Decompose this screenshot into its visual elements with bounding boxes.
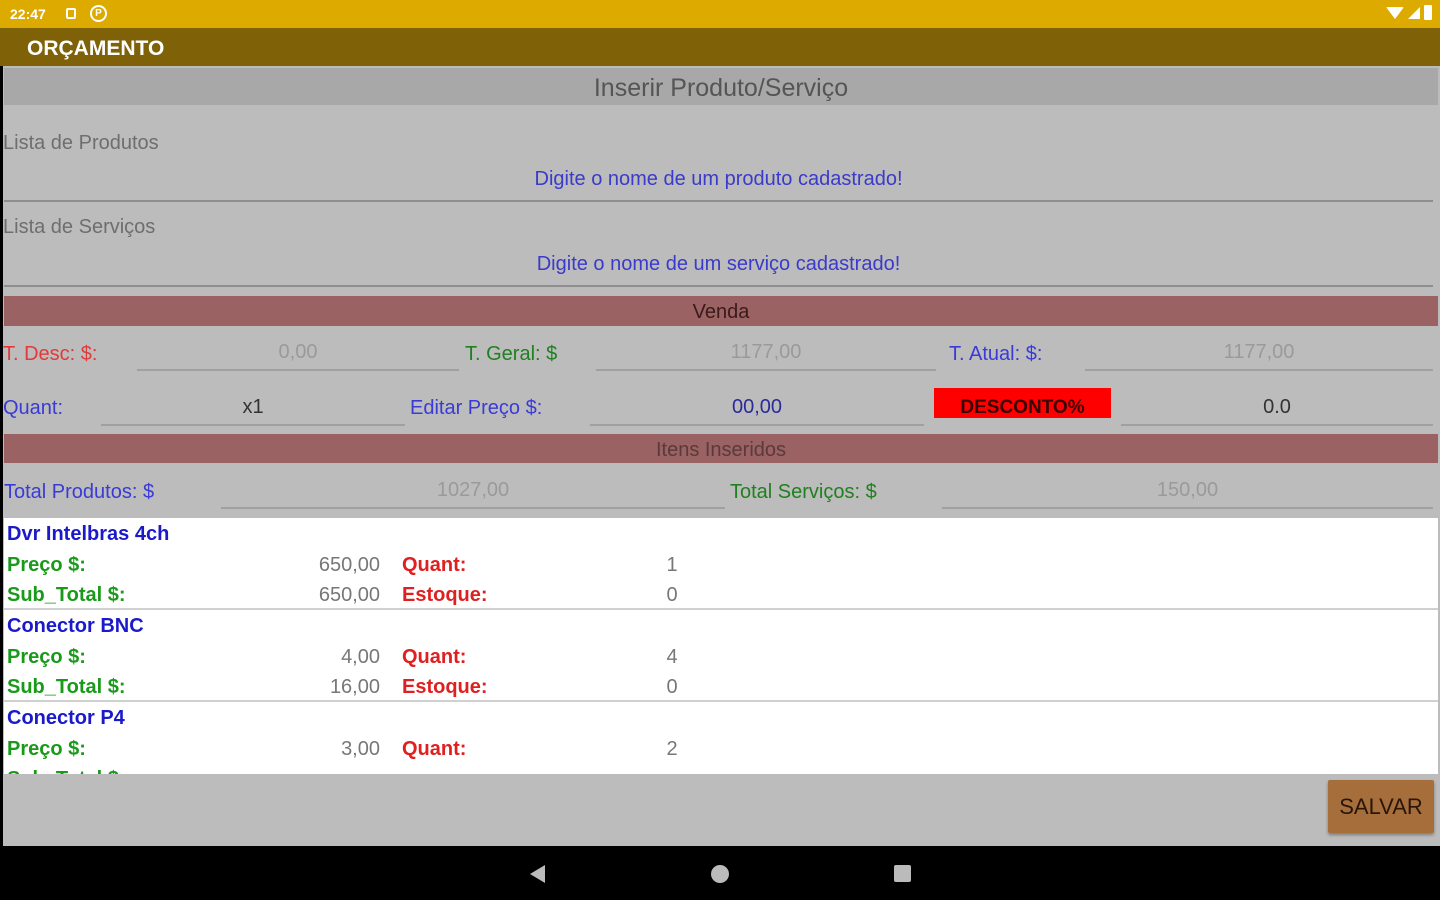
app-title: ORÇAMENTO [27,37,165,60]
recent-apps-icon[interactable] [894,865,911,882]
insert-section-header: Inserir Produto/Serviço [4,68,1438,105]
desconto-button[interactable]: DESCONTO% [934,388,1111,418]
total-produtos-label: Total Produtos: $ [4,481,155,503]
t-atual-value: 1177,00 [1085,333,1433,371]
app-bar: ORÇAMENTO [0,28,1440,66]
item-preco-label: Preço $: [7,738,86,760]
product-search-placeholder: Digite o nome de um produto cadastrado! [534,168,903,190]
total-servicos-value: 150,00 [942,471,1433,509]
item-subtotal-label: Sub_Total $: [7,768,126,774]
item-preco-value: 4,00 [341,646,380,668]
system-nav-bar [0,846,1440,900]
item-estoque-value: 0 [666,676,678,698]
item-quant-value: 4 [666,646,678,668]
back-icon[interactable] [530,865,545,883]
item-preco-label: Preço $: [7,554,86,576]
list-item[interactable]: Conector P4 Preço $: 3,00 Quant: 2 Sub_T… [4,702,1438,774]
list-item[interactable]: Conector BNC Preço $: 4,00 Quant: 4 Sub_… [4,610,1438,702]
item-subtotal-value: 650,00 [318,584,380,606]
editar-preco-input[interactable]: 00,00 [590,388,924,426]
itens-section-header: Itens Inseridos [4,434,1438,463]
wifi-icon [1386,6,1404,19]
t-atual-label: T. Atual: $: [949,343,1043,365]
total-produtos-value: 1027,00 [221,471,725,509]
item-preco-value: 3,00 [341,738,380,760]
t-geral-value: 1177,00 [596,333,936,371]
services-list-label: Lista de Serviços [3,216,156,238]
list-item[interactable]: Dvr Intelbras 4ch Preço $: 650,00 Quant:… [4,518,1438,610]
app-notification-icon: P [90,5,107,22]
item-preco-value: 650,00 [318,554,380,576]
editar-preco-label: Editar Preço $: [410,397,543,419]
service-search-input[interactable]: Digite o nome de um serviço cadastrado! [4,253,1433,287]
quant-label: Quant: [3,397,64,419]
product-search-input[interactable]: Digite o nome de um produto cadastrado! [4,168,1433,202]
item-quant-value: 2 [666,738,678,760]
item-estoque-value: 0 [666,584,678,606]
desconto-input[interactable]: 0.0 [1121,388,1433,426]
items-list[interactable]: Dvr Intelbras 4ch Preço $: 650,00 Quant:… [4,518,1438,774]
item-estoque-label: Estoque: [402,676,488,698]
item-quant-label: Quant: [402,646,467,668]
products-list-label: Lista de Produtos [3,132,159,154]
quant-input[interactable]: x1 [101,388,405,426]
item-subtotal-value: 16,00 [329,676,380,698]
item-name: Conector P4 [7,707,125,729]
item-preco-label: Preço $: [7,646,86,668]
service-search-placeholder: Digite o nome de um serviço cadastrado! [536,253,901,275]
t-desc-value: 0,00 [137,333,459,371]
home-icon[interactable] [711,865,729,883]
total-servicos-label: Total Serviços: $ [730,481,877,503]
venda-section-header: Venda [4,296,1438,326]
status-time: 22:47 [10,6,46,22]
item-quant-value: 1 [666,554,678,576]
item-subtotal-label: Sub_Total $: [7,676,126,698]
cell-signal-icon [1408,6,1420,19]
item-quant-label: Quant: [402,738,467,760]
sim-icon [66,8,76,19]
budget-form: Inserir Produto/Serviço Lista de Produto… [3,66,1440,846]
item-estoque-label: Estoque: [402,584,488,606]
t-desc-label: T. Desc: $: [3,343,98,365]
save-button[interactable]: SALVAR [1328,780,1434,833]
item-subtotal-label: Sub_Total $: [7,584,126,606]
item-quant-label: Quant: [402,554,467,576]
battery-icon [1424,5,1432,20]
t-geral-label: T. Geral: $ [465,343,558,365]
status-bar: 22:47 P [0,0,1440,28]
item-name: Conector BNC [7,615,144,637]
item-name: Dvr Intelbras 4ch [7,523,170,545]
